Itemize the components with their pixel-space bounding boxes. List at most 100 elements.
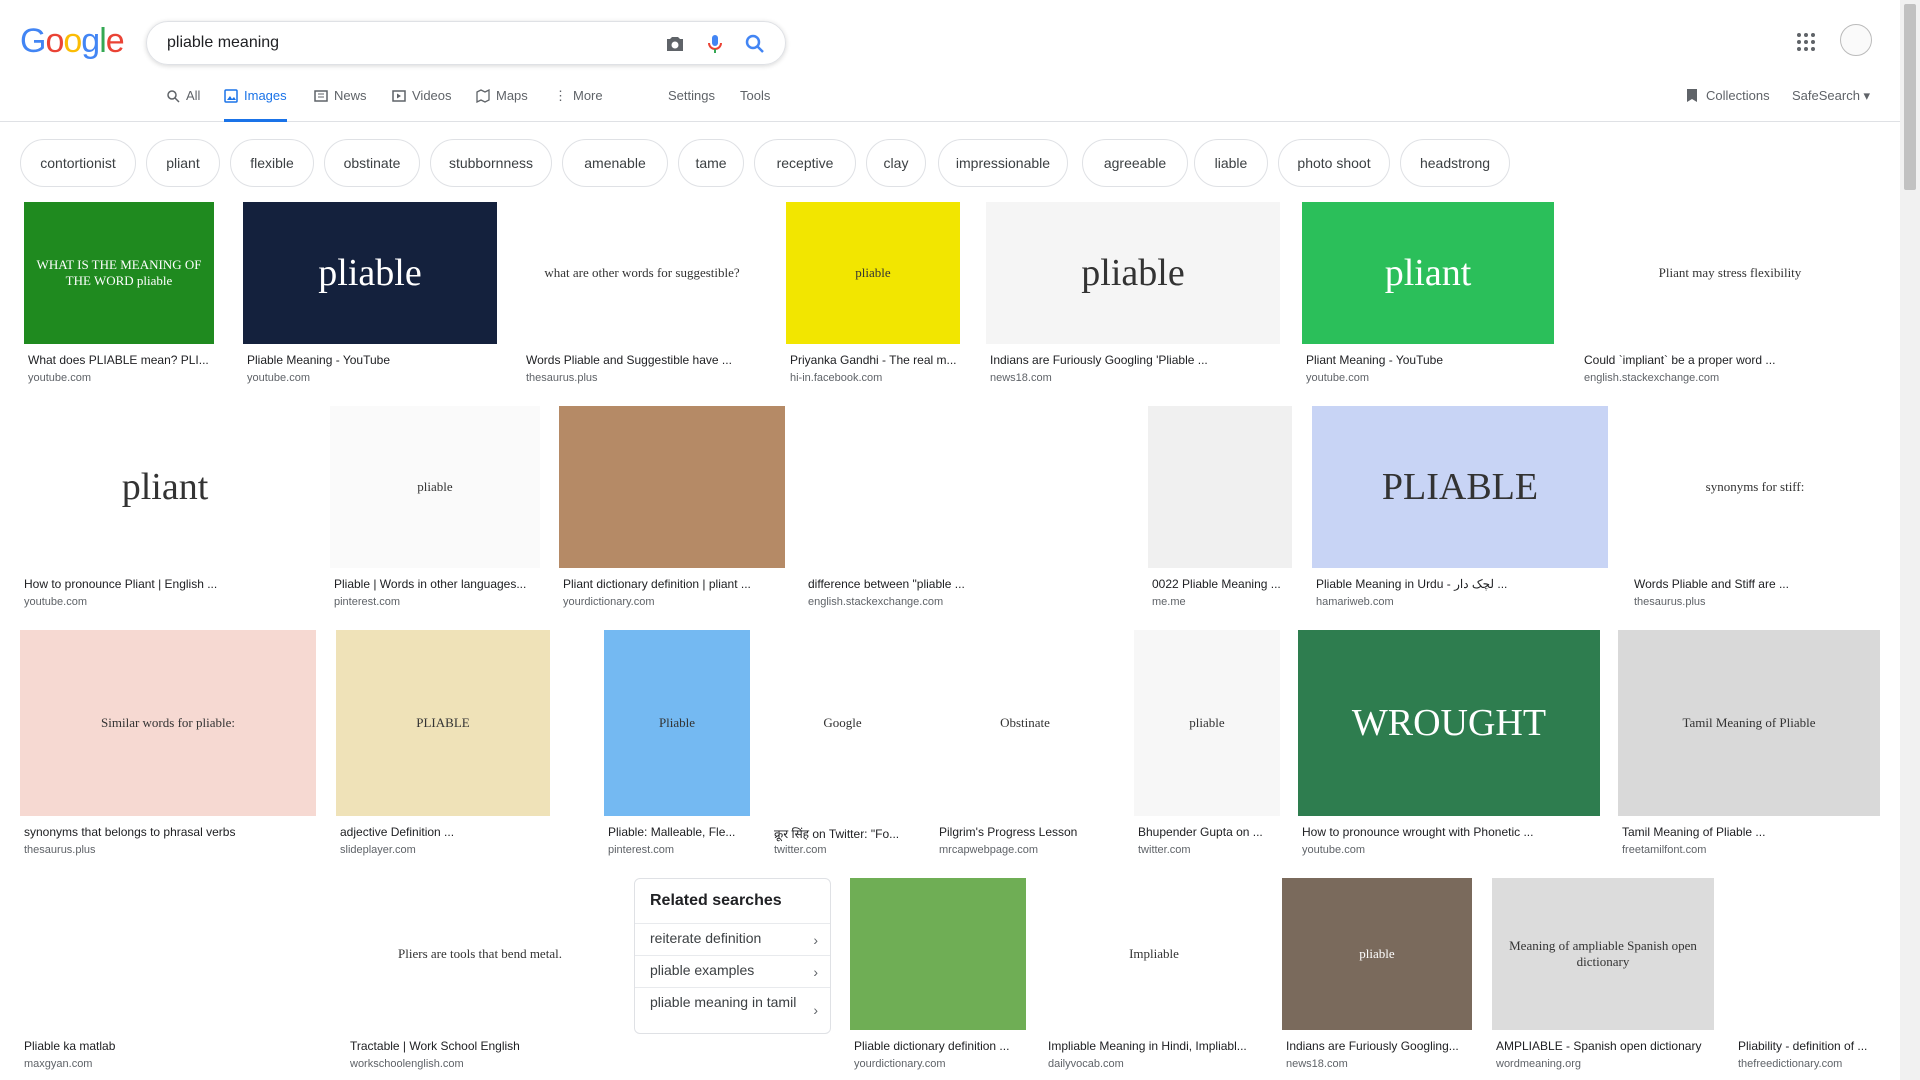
search-input[interactable]: pliable meaning [167, 34, 279, 52]
result-thumbnail[interactable]: pliable [243, 202, 497, 344]
related-search-item[interactable]: reiterate definition › [635, 923, 830, 955]
result-thumbnail[interactable]: Pliers are tools that bend metal. [346, 878, 614, 1030]
image-result[interactable]: Pliant dictionary definition | pliant ..… [559, 406, 785, 612]
image-result[interactable]: what are other words for suggestible? Wor… [522, 202, 762, 388]
chip[interactable]: pliant [146, 139, 220, 187]
result-thumbnail[interactable]: PLIABLE [1312, 406, 1608, 568]
result-caption[interactable]: Pliable | Words in other languages... [334, 577, 538, 591]
image-result[interactable]: PLIABLE adjective Definition ... slideplay… [336, 630, 550, 860]
chip[interactable]: tame [678, 139, 744, 187]
result-caption[interactable]: Pliable Meaning in Urdu - لچک دار ... [1316, 577, 1606, 591]
search-box[interactable]: pliable meaning [146, 21, 786, 65]
result-caption[interactable]: Words Pliable and Stiff are ... [1634, 577, 1878, 591]
chip[interactable]: liable [1194, 139, 1268, 187]
scrollbar-thumb[interactable] [1904, 4, 1916, 190]
result-caption[interactable]: How to pronounce Pliant | English ... [24, 577, 308, 591]
image-result[interactable]: Google क्रूर सिंह on Twitter: "Fo... twitt… [770, 630, 915, 860]
image-result[interactable]: Obstinate Pilgrim's Progress Lesson mrcapw… [935, 630, 1115, 860]
result-caption[interactable]: Pliable Meaning - YouTube [247, 353, 495, 367]
tab-images[interactable]: Images [224, 88, 287, 122]
chip[interactable]: agreeable [1082, 139, 1188, 187]
chip[interactable]: obstinate [324, 139, 420, 187]
result-thumbnail[interactable] [20, 878, 326, 1030]
result-caption[interactable]: Could `impliant` be a proper word ... [1584, 353, 1878, 367]
image-result[interactable]: pliable Pliable | Words in other language… [330, 406, 540, 612]
image-result[interactable]: Pliability - definition of ... thefreedic… [1734, 878, 1880, 1074]
result-caption[interactable]: Words Pliable and Suggestible have ... [526, 353, 760, 367]
chip[interactable]: impressionable [938, 139, 1068, 187]
image-result[interactable]: Impliable Impliable Meaning in Hindi, Imp… [1044, 878, 1264, 1074]
result-caption[interactable]: Indians are Furiously Googling 'Pliable … [990, 353, 1278, 367]
result-thumbnail[interactable]: Meaning of ampliable Spanish open dictio… [1492, 878, 1714, 1030]
scrollbar[interactable] [1900, 0, 1920, 1080]
chip[interactable]: flexible [230, 139, 314, 187]
result-thumbnail[interactable] [1148, 406, 1292, 568]
google-logo[interactable]: Google [20, 22, 125, 61]
result-caption[interactable]: adjective Definition ... [340, 825, 548, 839]
result-thumbnail[interactable]: pliable [786, 202, 960, 344]
result-caption[interactable]: Pliant Meaning - YouTube [1306, 353, 1552, 367]
result-caption[interactable]: difference between "pliable ... [808, 577, 1126, 591]
result-thumbnail[interactable]: synonyms for stiff: [1630, 406, 1880, 568]
image-result[interactable]: Pliant may stress flexibility Could `impl… [1580, 202, 1880, 388]
result-thumbnail[interactable]: Pliable [604, 630, 750, 816]
result-thumbnail[interactable]: pliant [20, 406, 310, 568]
apps-grid-icon[interactable] [1796, 32, 1816, 52]
result-thumbnail[interactable]: Google [770, 630, 915, 816]
result-caption[interactable]: Impliable Meaning in Hindi, Impliabl... [1048, 1039, 1262, 1053]
image-result[interactable]: Tamil Meaning of Pliable Tamil Meaning of… [1618, 630, 1880, 860]
result-thumbnail[interactable] [850, 878, 1026, 1030]
result-caption[interactable]: How to pronounce wrought with Phonetic .… [1302, 825, 1598, 839]
related-search-item[interactable]: pliable meaning in tamil › [635, 987, 830, 1033]
image-result[interactable]: WHAT IS THE MEANING OF THE WORD pliable W… [24, 202, 214, 388]
result-caption[interactable]: What does PLIABLE mean? PLI... [28, 353, 212, 367]
image-result[interactable]: pliant How to pronounce Pliant | English … [20, 406, 310, 612]
result-caption[interactable]: क्रूर सिंह on Twitter: "Fo... [774, 825, 913, 842]
result-caption[interactable]: Priyanka Gandhi - The real m... [790, 353, 958, 367]
image-result[interactable]: PLIABLE Pliable Meaning in Urdu - لچک دار… [1312, 406, 1608, 612]
image-result[interactable]: Pliable dictionary definition ... yourdic… [850, 878, 1026, 1074]
result-thumbnail[interactable] [1734, 878, 1880, 1030]
chip[interactable]: contortionist [20, 139, 136, 187]
result-thumbnail[interactable]: Tamil Meaning of Pliable [1618, 630, 1880, 816]
result-caption[interactable]: Pliable: Malleable, Fle... [608, 825, 748, 839]
result-caption[interactable]: Bhupender Gupta on ... [1138, 825, 1278, 839]
result-thumbnail[interactable]: pliable [986, 202, 1280, 344]
image-result[interactable]: 0022 Pliable Meaning ... me.me [1148, 406, 1292, 612]
result-thumbnail[interactable] [804, 406, 1128, 568]
result-thumbnail[interactable]: pliable [330, 406, 540, 568]
image-result[interactable]: WROUGHT How to pronounce wrought with Pho… [1298, 630, 1600, 860]
image-result[interactable]: difference between "pliable ... english.s… [804, 406, 1128, 612]
result-caption[interactable]: Pliable ka matlab [24, 1039, 324, 1053]
image-result[interactable]: Meaning of ampliable Spanish open dictio… [1492, 878, 1714, 1074]
result-thumbnail[interactable]: PLIABLE [336, 630, 550, 816]
result-caption[interactable]: Tamil Meaning of Pliable ... [1622, 825, 1878, 839]
image-result[interactable]: synonyms for stiff: Words Pliable and Sti… [1630, 406, 1880, 612]
image-result[interactable]: Similar words for pliable: synonyms that … [20, 630, 316, 860]
image-result[interactable]: pliable Indians are Furiously Googling...… [1282, 878, 1472, 1074]
result-thumbnail[interactable]: Obstinate [935, 630, 1115, 816]
result-caption[interactable]: synonyms that belongs to phrasal verbs [24, 825, 314, 839]
chip[interactable]: clay [866, 139, 926, 187]
result-thumbnail[interactable]: pliable [1134, 630, 1280, 816]
image-result[interactable]: pliable Indians are Furiously Googling 'P… [986, 202, 1280, 388]
result-thumbnail[interactable]: WROUGHT [1298, 630, 1600, 816]
image-result[interactable]: pliant Pliant Meaning - YouTube youtube.co… [1302, 202, 1554, 388]
result-thumbnail[interactable] [559, 406, 785, 568]
result-thumbnail[interactable]: pliant [1302, 202, 1554, 344]
image-result[interactable]: Pliable ka matlab maxgyan.com [20, 878, 326, 1074]
chip[interactable]: photo shoot [1278, 139, 1390, 187]
result-caption[interactable]: Tractable | Work School English [350, 1039, 612, 1053]
result-caption[interactable]: Pliability - definition of ... [1738, 1039, 1878, 1053]
settings-link[interactable]: Settings [668, 88, 715, 122]
image-result[interactable]: Pliable Pliable: Malleable, Fle... pintere… [604, 630, 750, 860]
result-thumbnail[interactable]: pliable [1282, 878, 1472, 1030]
image-result[interactable]: Pliers are tools that bend metal. Tractab… [346, 878, 614, 1074]
result-caption[interactable]: Pilgrim's Progress Lesson [939, 825, 1113, 839]
chip[interactable]: receptive [754, 139, 856, 187]
chip[interactable]: stubbornness [430, 139, 552, 187]
tab-maps[interactable]: Maps [476, 88, 528, 122]
tab-all[interactable]: All [166, 88, 200, 122]
result-caption[interactable]: AMPLIABLE - Spanish open dictionary [1496, 1039, 1712, 1053]
result-thumbnail[interactable]: Pliant may stress flexibility [1580, 202, 1880, 344]
